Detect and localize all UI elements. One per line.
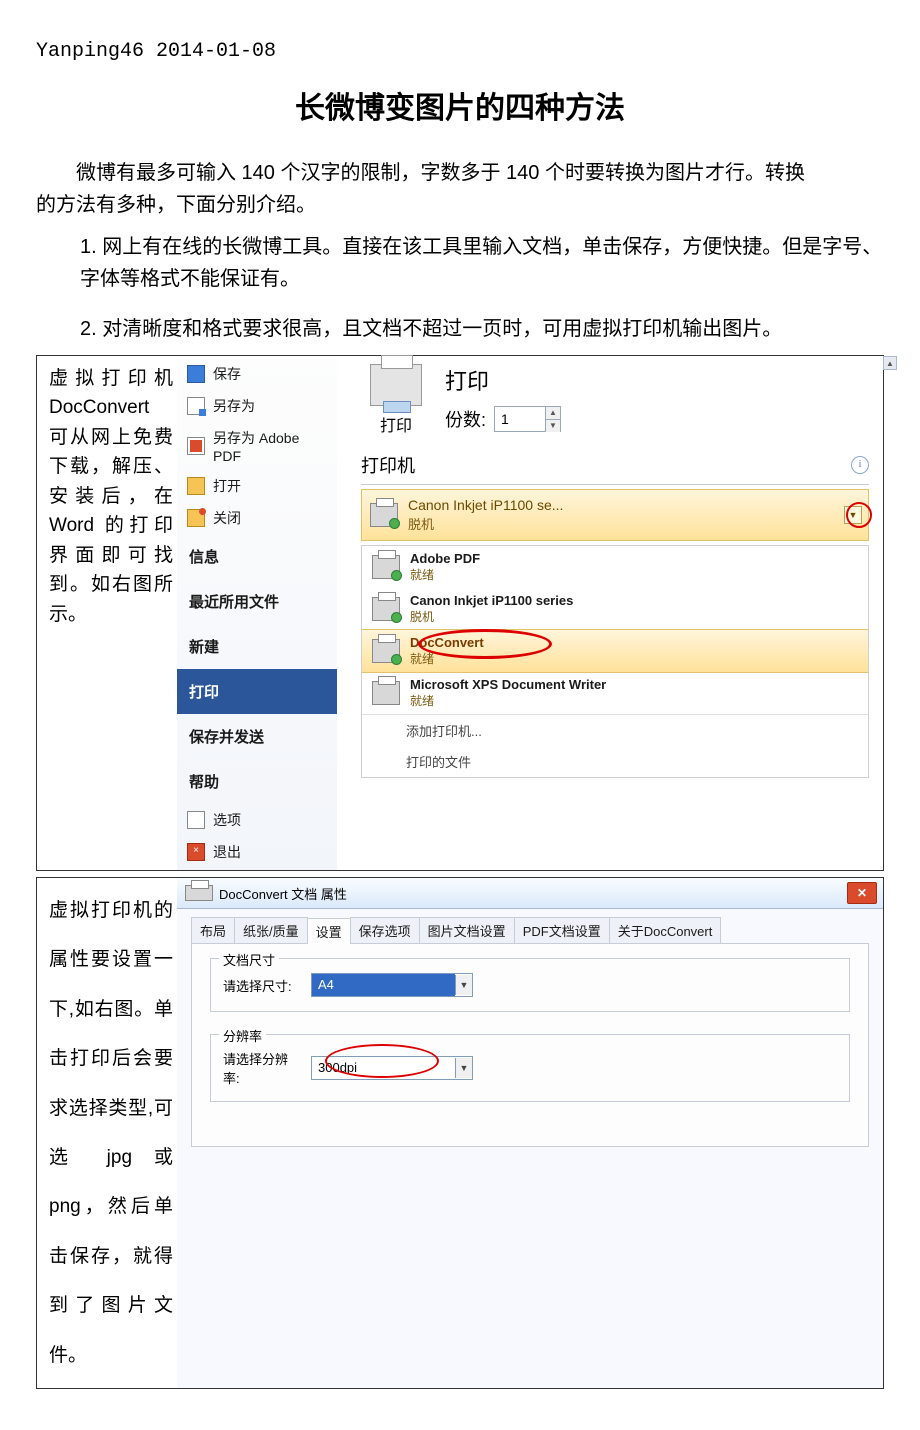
dialog-title: DocConvert 文档 属性 <box>219 884 347 903</box>
tab-pdf-settings[interactable]: PDF文档设置 <box>514 917 610 943</box>
doc-header: Yanping46 2014-01-08 <box>36 40 890 63</box>
list-item-1: 1. 网上有在线的长微博工具。直接在该工具里输入文档，单击保存，方便快捷。但是字… <box>80 231 884 295</box>
menu-exit[interactable]: ×退出 <box>177 836 337 868</box>
menu-save-send[interactable]: 保存并发送 <box>177 714 337 759</box>
printer-status-icon <box>370 503 398 527</box>
folder-open-icon <box>187 477 205 495</box>
size-combobox[interactable]: A4 ▼ <box>311 973 473 997</box>
printer-item-canon[interactable]: Canon Inkjet iP1100 series脱机 <box>362 588 868 630</box>
save-as-icon <box>187 397 205 415</box>
tab-save-options[interactable]: 保存选项 <box>350 917 420 943</box>
list-item-2: 2. 对清晰度和格式要求很高，且文档不超过一页时，可用虚拟打印机输出图片。 <box>80 313 884 345</box>
screenshot-1: 虚拟打印机 DocConvert 可从网上免费下载，解压、安装后，在 Word … <box>36 355 884 871</box>
printer-icon <box>370 364 422 406</box>
add-printer-link[interactable]: 添加打印机... <box>362 715 868 746</box>
menu-save-pdf[interactable]: 另存为 Adobe PDF <box>177 422 337 470</box>
dpi-label: 请选择分辨率: <box>223 1049 301 1087</box>
fieldset-dpi: 分辨率 请选择分辨率: 300dpi ▼ <box>210 1034 850 1102</box>
tab-paper-quality[interactable]: 纸张/质量 <box>234 917 308 943</box>
printer-section-label: 打印机 <box>361 452 415 478</box>
word-file-menu: 保存 另存为 另存为 Adobe PDF 打开 关闭 信息 最近所用文件 新建 … <box>177 356 337 870</box>
tab-about[interactable]: 关于DocConvert <box>609 917 722 943</box>
dpi-value: 300dpi <box>312 1057 455 1079</box>
printed-files-link[interactable]: 打印的文件 <box>362 746 868 777</box>
chevron-down-icon[interactable]: ▼ <box>455 1058 472 1078</box>
print-heading: 打印 <box>445 364 561 396</box>
save-icon <box>187 365 205 383</box>
folder-close-icon <box>187 509 205 527</box>
size-value: A4 <box>312 974 455 996</box>
print-panel: ▲ 打印 打印 份数: ▲ ▼ <box>337 356 883 870</box>
fieldset-size: 文档尺寸 请选择尺寸: A4 ▼ <box>210 958 850 1012</box>
tab-settings[interactable]: 设置 <box>307 918 351 944</box>
dpi-combobox[interactable]: 300dpi ▼ <box>311 1056 473 1080</box>
tab-layout[interactable]: 布局 <box>191 917 235 943</box>
size-label: 请选择尺寸: <box>223 976 301 995</box>
printer-icon <box>372 555 400 579</box>
menu-new[interactable]: 新建 <box>177 624 337 669</box>
menu-close[interactable]: 关闭 <box>177 502 337 534</box>
menu-save[interactable]: 保存 <box>177 358 337 390</box>
printer-dropdown-list: Adobe PDF就绪 Canon Inkjet iP1100 series脱机… <box>361 545 869 778</box>
scroll-up-arrow[interactable]: ▲ <box>883 356 897 370</box>
menu-help[interactable]: 帮助 <box>177 759 337 804</box>
menu-options[interactable]: 选项 <box>177 804 337 836</box>
intro-line-2: 的方法有多种，下面分别介绍。 <box>36 189 884 221</box>
selected-printer-name: Canon Inkjet iP1100 se... <box>408 497 563 514</box>
dialog-tabs: 布局 纸张/质量 设置 保存选项 图片文档设置 PDF文档设置 关于DocCon… <box>177 909 883 943</box>
print-button-label: 打印 <box>380 412 412 436</box>
printer-item-xps[interactable]: Microsoft XPS Document Writer就绪 <box>362 672 868 714</box>
copies-input[interactable] <box>495 408 545 430</box>
screenshot-1-caption: 虚拟打印机 DocConvert 可从网上免费下载，解压、安装后，在 Word … <box>37 356 177 637</box>
menu-recent[interactable]: 最近所用文件 <box>177 579 337 624</box>
fieldset-dpi-label: 分辨率 <box>219 1026 266 1045</box>
printer-item-adobe-pdf[interactable]: Adobe PDF就绪 <box>362 546 868 588</box>
screenshot-2-caption: 虚拟打印机的属性要设置一下,如右图。单击打印后会要求选择类型,可选 jpg 或 … <box>37 878 177 1388</box>
printer-item-docconvert[interactable]: DocConvert就绪 <box>361 629 869 673</box>
menu-print[interactable]: 打印 <box>177 669 337 714</box>
dialog-printer-icon <box>185 885 213 901</box>
menu-info[interactable]: 信息 <box>177 534 337 579</box>
spinner-down[interactable]: ▼ <box>546 420 560 432</box>
chevron-down-icon[interactable]: ▼ <box>455 975 472 995</box>
doc-title: 长微博变图片的四种方法 <box>30 83 890 127</box>
pdf-icon <box>187 437 205 455</box>
docconvert-properties-dialog: DocConvert 文档 属性 ✕ 布局 纸张/质量 设置 保存选项 图片文档… <box>177 878 883 1388</box>
copies-spinner[interactable]: ▲ ▼ <box>494 406 561 432</box>
copies-label: 份数: <box>445 406 486 432</box>
options-icon <box>187 811 205 829</box>
printer-icon <box>372 681 400 705</box>
selected-printer-status: 脱机 <box>408 514 563 533</box>
fieldset-size-label: 文档尺寸 <box>219 950 279 969</box>
info-icon[interactable]: i <box>851 456 869 474</box>
dialog-close-button[interactable]: ✕ <box>847 882 877 904</box>
printer-icon <box>372 597 400 621</box>
intro-line-1: 微博有最多可输入 140 个汉字的限制，字数多于 140 个时要转换为图片才行。… <box>36 157 884 189</box>
selected-printer[interactable]: Canon Inkjet iP1100 se... 脱机 ▼ <box>361 489 869 541</box>
tab-image-settings[interactable]: 图片文档设置 <box>419 917 515 943</box>
menu-save-as[interactable]: 另存为 <box>177 390 337 422</box>
printer-icon <box>372 639 400 663</box>
screenshot-2: 虚拟打印机的属性要设置一下,如右图。单击打印后会要求选择类型,可选 jpg 或 … <box>36 877 884 1389</box>
menu-open[interactable]: 打开 <box>177 470 337 502</box>
spinner-up[interactable]: ▲ <box>546 407 560 420</box>
printer-dropdown-arrow[interactable]: ▼ <box>844 506 862 524</box>
exit-icon: × <box>187 843 205 861</box>
print-big-button[interactable]: 打印 <box>361 364 431 436</box>
